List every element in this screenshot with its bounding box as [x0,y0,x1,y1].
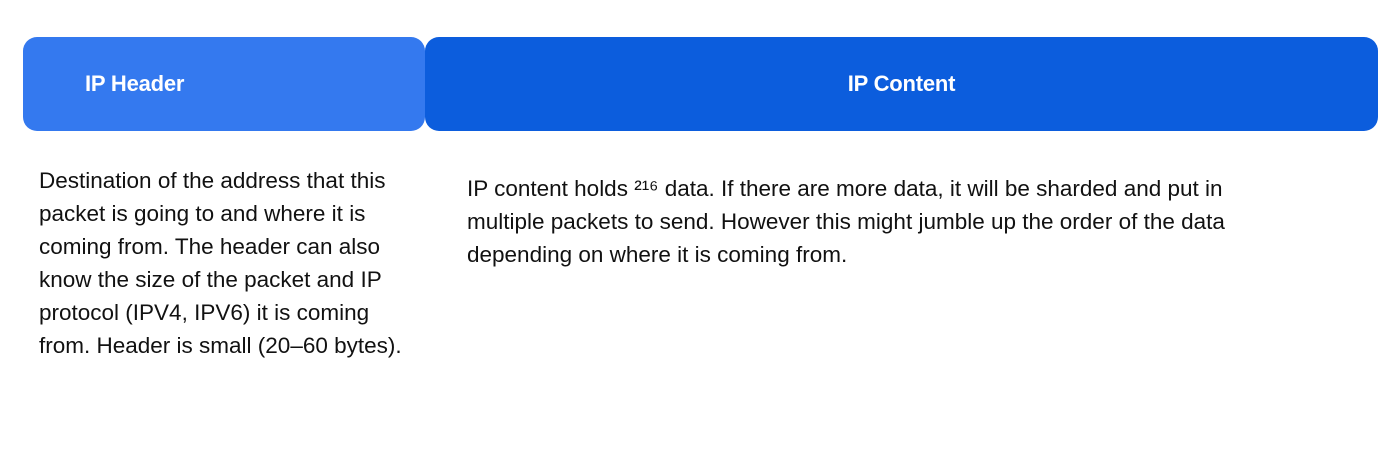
ip-header-description: Destination of the address that this pac… [39,168,402,358]
ip-content-title: IP Content [847,71,956,96]
ip-content-title-bar: IP Content [425,37,1378,131]
ip-header-title-bar: IP Header [23,37,425,131]
ip-header-title: IP Header [85,71,185,96]
ip-content-description: IP content holds ²¹⁶ data. If there are … [467,176,1225,267]
